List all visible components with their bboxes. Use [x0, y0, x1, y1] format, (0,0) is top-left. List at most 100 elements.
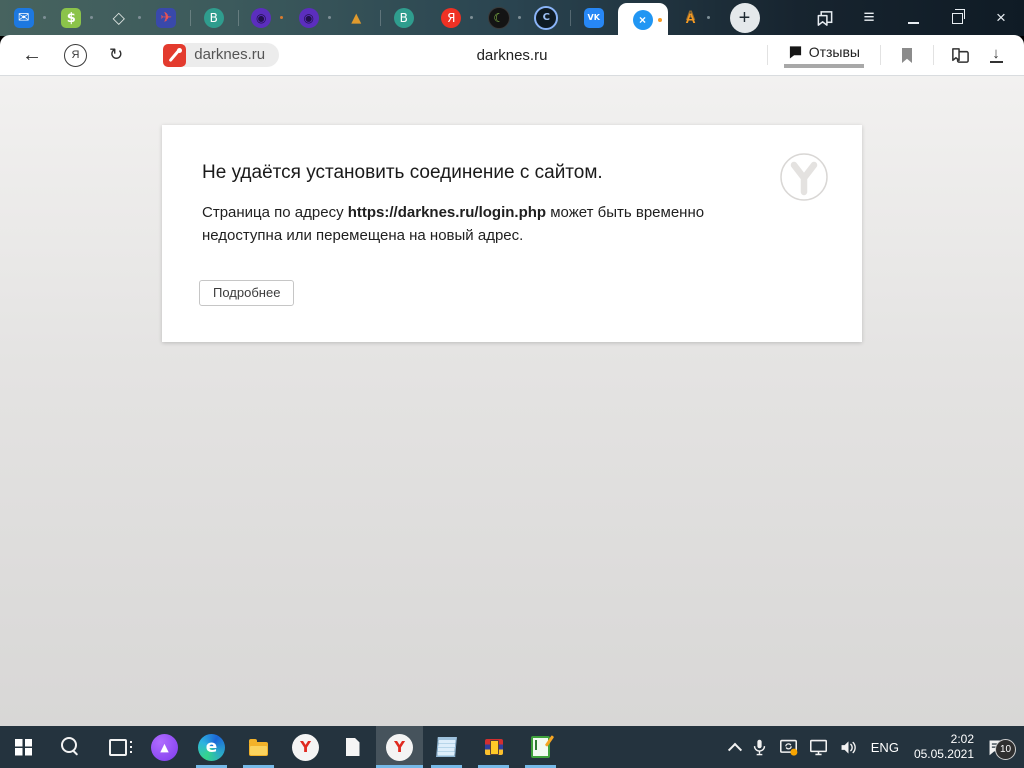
toolbar-separator — [880, 45, 881, 65]
bookmark-icon — [900, 47, 914, 64]
winrar-button[interactable] — [470, 726, 517, 768]
tab-dollar[interactable]: $ — [48, 0, 96, 36]
url-text[interactable]: darknes.ru — [184, 43, 279, 67]
toolbar-separator — [933, 45, 934, 65]
tab-comet-2[interactable]: ◉ — [285, 0, 333, 36]
error-card: Не удаётся установить соединение с сайто… — [162, 125, 862, 342]
windows-taskbar: ▲ e Y Y — [0, 726, 1024, 768]
tab-favicon: $ — [61, 8, 81, 28]
tab-moon[interactable]: ☾ — [475, 0, 523, 36]
close-icon: × — [996, 8, 1006, 28]
minimize-icon — [908, 21, 919, 24]
protect-disabled-icon[interactable] — [163, 44, 186, 67]
tab-favicon: ◉ — [299, 8, 319, 28]
notification-count-badge: 10 — [995, 739, 1016, 760]
tab-vk[interactable]: VK — [570, 0, 618, 36]
close-button[interactable]: × — [992, 9, 1010, 27]
tab-notification-dot — [518, 16, 521, 19]
sparkle-a-icon: А — [685, 10, 695, 26]
collections-button[interactable] — [950, 45, 970, 65]
document-button[interactable] — [329, 726, 376, 768]
details-button[interactable]: Подробнее — [199, 280, 294, 306]
edge-button[interactable]: e — [188, 726, 235, 768]
tab-letter-b[interactable]: В — [190, 0, 238, 36]
tab-mail[interactable]: ✉ — [0, 0, 48, 36]
toolbar-right: Отзывы ↓ — [767, 42, 1024, 68]
file-explorer-button[interactable] — [235, 726, 282, 768]
collections-icon — [950, 46, 970, 65]
tab-comet[interactable]: ◉ — [238, 0, 286, 36]
tab-favicon: ◇ — [109, 8, 129, 28]
microphone-icon[interactable] — [751, 738, 768, 757]
bookmark-button[interactable] — [897, 45, 917, 65]
tab-favicon: VK — [584, 8, 604, 28]
download-button[interactable]: ↓ — [986, 45, 1006, 65]
yandex-browser-pinned-button[interactable]: Y — [282, 726, 329, 768]
tab-favicon: В — [394, 8, 414, 28]
yandex-home-button[interactable]: Я — [64, 44, 87, 67]
tab-diamond[interactable]: ◇ — [95, 0, 143, 36]
tab-favicon: ◉ — [251, 8, 271, 28]
toolbar-left: ← Я ↻ darknes.ru — [0, 43, 279, 67]
tray-date: 05.05.2021 — [914, 747, 974, 762]
toolbar-separator — [767, 45, 768, 65]
active-tab[interactable]: × — [618, 3, 668, 36]
yandex-browser-logo — [779, 152, 829, 207]
new-tab-button[interactable]: + — [730, 3, 760, 33]
screen: ✉ $ ◇ ✈ В ◉ ◉ — [0, 0, 1024, 768]
tab-letter-b-2[interactable]: В — [380, 0, 428, 36]
page-content: Не удаётся установить соединение с сайто… — [0, 76, 1024, 726]
tab-shield-c[interactable]: C — [523, 0, 571, 36]
minimize-button[interactable] — [904, 9, 922, 27]
window-controls: ≡ × — [816, 9, 1024, 27]
refresh-button[interactable]: ↻ — [109, 45, 123, 65]
clock[interactable]: 2:02 05.05.2021 — [912, 732, 976, 762]
network-icon[interactable] — [809, 739, 828, 756]
tab-favicon: Я — [441, 8, 461, 28]
tab-sparkle-a[interactable]: А — [668, 0, 714, 36]
system-tray: ENG 2:02 05.05.2021 10 — [730, 732, 1024, 762]
menu-button[interactable]: ≡ — [860, 9, 878, 27]
tab-flame[interactable]: ▲ — [333, 0, 381, 36]
pinned-tabs-strip: ✉ $ ◇ ✈ В ◉ ◉ — [0, 0, 618, 36]
restore-icon — [952, 13, 963, 24]
tab-favicon: C — [534, 6, 558, 30]
tab-bar: ✉ $ ◇ ✈ В ◉ ◉ — [0, 0, 1024, 36]
language-indicator[interactable]: ENG — [869, 740, 901, 755]
error-url: https://darknes.ru/login.php — [348, 204, 546, 221]
tab-favicon: ✈ — [156, 8, 176, 28]
text-editor-button[interactable] — [517, 726, 564, 768]
tab-notification-dot — [90, 16, 93, 19]
tab-plane[interactable]: ✈ — [143, 0, 191, 36]
tab-notification-dot — [43, 16, 46, 19]
active-tab-favicon: × — [633, 10, 653, 30]
tab-favicon: ✉ — [14, 8, 34, 28]
active-tab-notification-dot — [658, 18, 662, 22]
tab-notification-dot — [707, 16, 710, 19]
update-icon[interactable] — [779, 739, 798, 756]
start-button[interactable] — [0, 726, 47, 768]
yandex-browser-active-button[interactable]: Y — [376, 726, 423, 768]
notepad-button[interactable] — [423, 726, 470, 768]
tab-notification-dot — [280, 16, 283, 19]
browser-toolbar: ← Я ↻ darknes.ru darknes.ru Отзывы — [0, 35, 1024, 76]
error-title: Не удаётся установить соединение с сайто… — [162, 125, 862, 184]
tab-favicon: ▲ — [346, 8, 366, 28]
restore-button[interactable] — [948, 9, 966, 27]
task-view-button[interactable] — [94, 726, 141, 768]
tab-yandex[interactable]: Я — [428, 0, 476, 36]
notification-center-icon[interactable]: 10 — [987, 739, 1006, 756]
address-bar[interactable]: darknes.ru — [163, 43, 279, 67]
reviews-button[interactable]: Отзывы — [784, 42, 864, 68]
alice-button[interactable]: ▲ — [141, 726, 188, 768]
tray-expand-icon[interactable] — [728, 743, 742, 757]
search-button[interactable] — [47, 726, 94, 768]
tab-notification-dot — [138, 16, 141, 19]
tab-notification-dot — [328, 16, 331, 19]
tab-panels-icon[interactable] — [816, 9, 834, 27]
volume-icon[interactable] — [839, 739, 858, 756]
error-message: Страница по адресу https://darknes.ru/lo… — [162, 201, 747, 247]
speech-bubble-icon — [788, 45, 803, 59]
taskbar-apps: ▲ e Y Y — [0, 726, 564, 768]
back-button[interactable]: ← — [22, 44, 42, 67]
